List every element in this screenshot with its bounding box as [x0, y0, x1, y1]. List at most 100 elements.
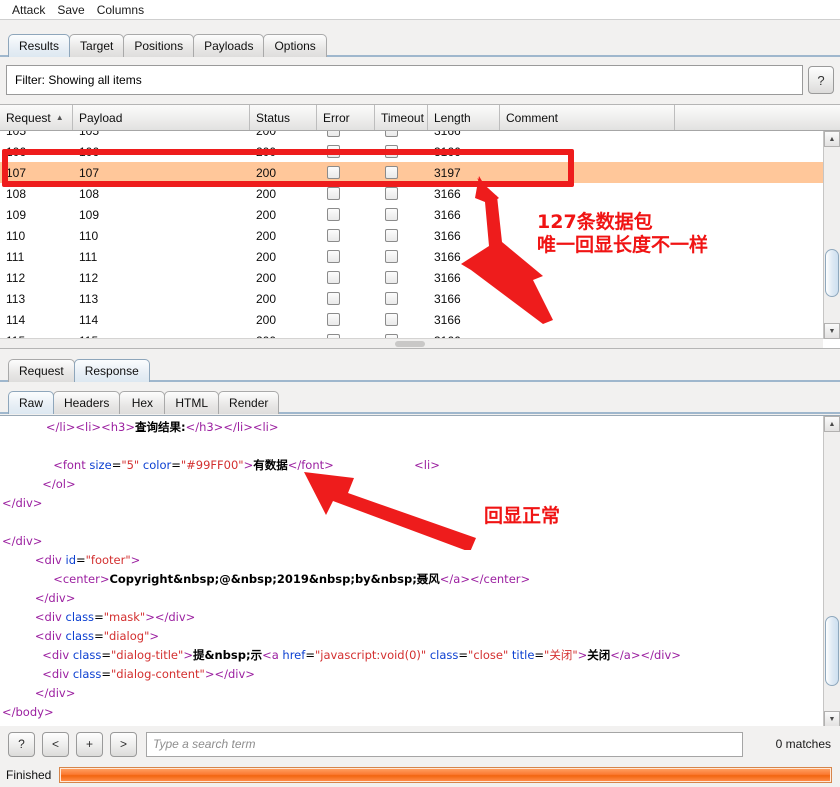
timeout-checkbox[interactable]: [385, 187, 398, 200]
message-tab-strip: Request Response: [0, 352, 840, 382]
response-scroll-up-arrow-icon[interactable]: ▲: [824, 416, 840, 432]
tab-hex[interactable]: Hex: [119, 391, 166, 414]
cell-error: [317, 292, 375, 305]
cell-error: [317, 145, 375, 158]
response-line: <div class="mask"></div>: [34, 610, 196, 624]
error-checkbox[interactable]: [327, 271, 340, 284]
cell-timeout: [375, 271, 428, 284]
cell-payload: 113: [79, 291, 99, 306]
response-line: <div class="dialog">: [34, 629, 159, 643]
hscrollbar-thumb[interactable]: [395, 341, 425, 347]
cell-timeout: [375, 313, 428, 326]
filter-help-icon[interactable]: ?: [808, 66, 834, 94]
column-header-payload[interactable]: Payload: [73, 105, 250, 130]
cell-status: 200: [256, 228, 277, 243]
tab-response[interactable]: Response: [73, 359, 150, 382]
cell-status: 200: [256, 270, 277, 285]
search-add-button[interactable]: +: [76, 731, 103, 757]
timeout-checkbox[interactable]: [385, 313, 398, 326]
tab-payloads[interactable]: Payloads: [193, 34, 265, 57]
timeout-checkbox[interactable]: [385, 166, 398, 179]
table-row[interactable]: 114 114 200 3166: [0, 309, 840, 330]
table-row[interactable]: 108 108 200 3166: [0, 183, 840, 204]
column-header-length[interactable]: Length: [428, 105, 500, 130]
tab-options[interactable]: Options: [263, 34, 327, 57]
cell-payload: 107: [79, 165, 100, 180]
cell-payload: 114: [79, 312, 99, 327]
search-input[interactable]: Type a search term: [146, 731, 743, 757]
error-checkbox[interactable]: [327, 250, 340, 263]
tab-html[interactable]: HTML: [164, 391, 220, 414]
column-header-comment[interactable]: Comment: [500, 105, 675, 130]
cell-error: [317, 250, 375, 263]
search-prev-button[interactable]: <: [42, 731, 69, 757]
tab-render[interactable]: Render: [218, 391, 280, 414]
menu-item-save[interactable]: Save: [51, 2, 90, 18]
tab-target[interactable]: Target: [69, 34, 125, 57]
error-checkbox[interactable]: [327, 229, 340, 242]
error-checkbox[interactable]: [327, 187, 340, 200]
timeout-checkbox[interactable]: [385, 208, 398, 221]
tab-results[interactable]: Results: [8, 34, 71, 57]
response-raw-text[interactable]: </li><li><h3>查询结果:</h3></li><li> <font s…: [0, 418, 812, 726]
column-header-timeout[interactable]: Timeout: [375, 105, 428, 130]
response-scrollbar-thumb[interactable]: [825, 616, 839, 686]
table-row[interactable]: 106 106 200 3166: [0, 141, 840, 162]
timeout-checkbox[interactable]: [385, 292, 398, 305]
column-header-status[interactable]: Status: [250, 105, 317, 130]
cell-payload: 105: [73, 131, 250, 138]
table-row[interactable]: 1051052003166: [0, 131, 840, 141]
table-row[interactable]: 107 107 200 3197: [0, 162, 840, 183]
timeout-checkbox[interactable]: [385, 229, 398, 242]
cell-length: 3166: [434, 228, 461, 243]
search-matches-count: 0 matches: [775, 737, 831, 751]
timeout-checkbox[interactable]: [385, 145, 398, 158]
timeout-checkbox[interactable]: [385, 131, 398, 137]
error-checkbox[interactable]: [327, 166, 340, 179]
error-checkbox[interactable]: [327, 131, 340, 137]
table-row[interactable]: 113 113 200 3166: [0, 288, 840, 309]
scrollbar-thumb[interactable]: [825, 249, 839, 297]
table-row[interactable]: 112 112 200 3166: [0, 267, 840, 288]
column-header-error[interactable]: Error: [317, 105, 375, 130]
cell-error: [317, 187, 375, 200]
search-help-icon[interactable]: ?: [8, 731, 35, 757]
table-row[interactable]: 109 109 200 3166: [0, 204, 840, 225]
annotation-text-table: 127条数据包 唯一回显长度不一样: [537, 211, 709, 257]
filter-button[interactable]: Filter: Showing all items: [6, 65, 803, 95]
timeout-checkbox[interactable]: [385, 250, 398, 263]
results-vertical-scrollbar[interactable]: ▲ ▼: [823, 131, 840, 339]
tab-request[interactable]: Request: [8, 359, 75, 382]
cell-request: 111: [6, 249, 25, 264]
view-tab-strip: Raw Headers Hex HTML Render: [0, 384, 840, 414]
timeout-checkbox[interactable]: [385, 271, 398, 284]
scroll-up-arrow-icon[interactable]: ▲: [824, 131, 840, 147]
cell-length: 3166: [434, 249, 461, 264]
table-row[interactable]: 110 110 200 3166: [0, 225, 840, 246]
results-horizontal-scrollbar[interactable]: [0, 338, 823, 348]
error-checkbox[interactable]: [327, 292, 340, 305]
tab-headers[interactable]: Headers: [53, 391, 121, 414]
column-header-request[interactable]: Request ▲: [0, 105, 73, 130]
cell-request: 110: [6, 228, 26, 243]
menu-item-attack[interactable]: Attack: [6, 2, 51, 18]
cell-timeout: [375, 187, 428, 200]
table-row[interactable]: 111 111 200 3166: [0, 246, 840, 267]
tab-raw[interactable]: Raw: [8, 391, 55, 414]
error-checkbox[interactable]: [327, 208, 340, 221]
response-line: <font size="5" color="#99FF00">有数据</font…: [53, 458, 440, 472]
menu-item-columns[interactable]: Columns: [91, 2, 150, 18]
cell-timeout: [375, 229, 428, 242]
response-line: </li><li><h3>查询结果:</h3></li><li>: [45, 420, 279, 434]
status-label: Finished: [6, 767, 52, 782]
response-vertical-scrollbar[interactable]: ▲ ▼: [823, 416, 840, 726]
error-checkbox[interactable]: [327, 313, 340, 326]
tab-positions[interactable]: Positions: [123, 34, 195, 57]
cell-length: 3197: [434, 165, 461, 180]
response-line: <div class="dialog-content"></div>: [42, 667, 255, 681]
scroll-down-arrow-icon[interactable]: ▼: [824, 323, 840, 339]
response-scroll-down-arrow-icon[interactable]: ▼: [824, 711, 840, 726]
search-next-button[interactable]: >: [110, 731, 137, 757]
error-checkbox[interactable]: [327, 145, 340, 158]
response-line: </div>: [2, 534, 43, 548]
